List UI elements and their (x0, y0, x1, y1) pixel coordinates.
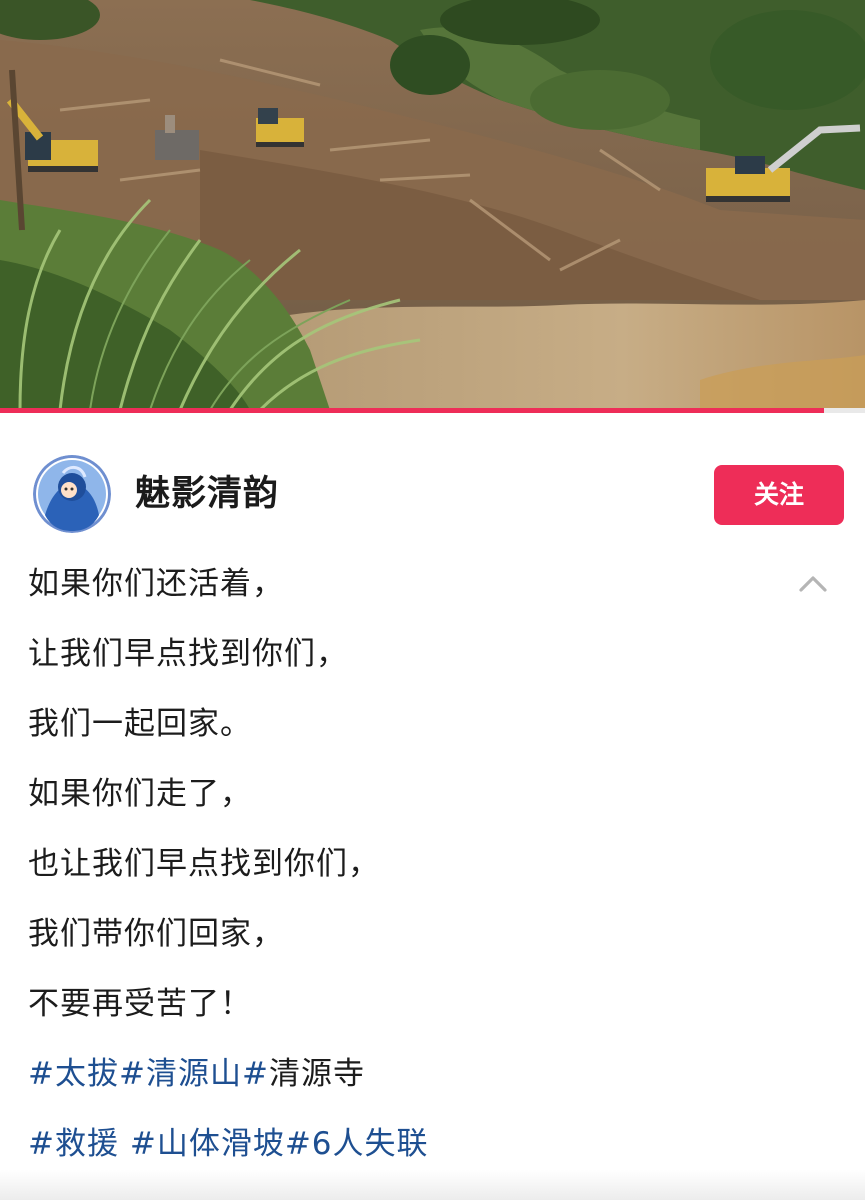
avatar[interactable] (33, 455, 111, 533)
hashtag-jiuyuan[interactable]: #救援 (28, 1126, 119, 1162)
caption-line: 不要再受苦了！ (28, 986, 252, 1022)
author-name[interactable]: 魅影清韵 (135, 472, 279, 516)
landslide-scene (0, 0, 865, 410)
video-player[interactable] (0, 0, 865, 410)
tag-spacer (119, 1126, 130, 1162)
hashtag-six-missing[interactable]: #6人失联 (285, 1126, 429, 1162)
caption-line: 也让我们早点找到你们， (28, 846, 380, 882)
hashtag-landslide[interactable]: #山体滑坡 (130, 1126, 285, 1162)
caption-line: 如果你们走了， (28, 776, 252, 812)
caption-line: 让我们早点找到你们， (28, 636, 348, 672)
caption-line: 我们一起回家。 (28, 706, 252, 742)
tag-plain-text: 清源寺 (268, 1056, 365, 1092)
cartoon-avatar-icon (33, 455, 111, 533)
caption-line: 我们带你们回家， (28, 916, 284, 952)
video-progress-fill (0, 408, 825, 413)
hashtag-line: #太拔#清源山#清源寺 (28, 1046, 788, 1116)
caption-line: 如果你们还活着， (28, 566, 284, 602)
collapse-toggle[interactable] (795, 566, 831, 602)
chevron-up-icon (799, 576, 827, 592)
hashtag-qingyuanshan[interactable]: #清源山 (119, 1056, 242, 1092)
hashtag-taiba[interactable]: #太拔 (28, 1056, 119, 1092)
post-caption: 如果你们还活着， 让我们早点找到你们， 我们一起回家。 如果你们走了， 也让我们… (28, 556, 788, 1186)
follow-button[interactable]: 关注 (714, 465, 844, 525)
bottom-fade (0, 1170, 865, 1200)
video-progress-bar[interactable] (0, 408, 865, 413)
hashtag-symbol[interactable]: # (242, 1056, 269, 1092)
